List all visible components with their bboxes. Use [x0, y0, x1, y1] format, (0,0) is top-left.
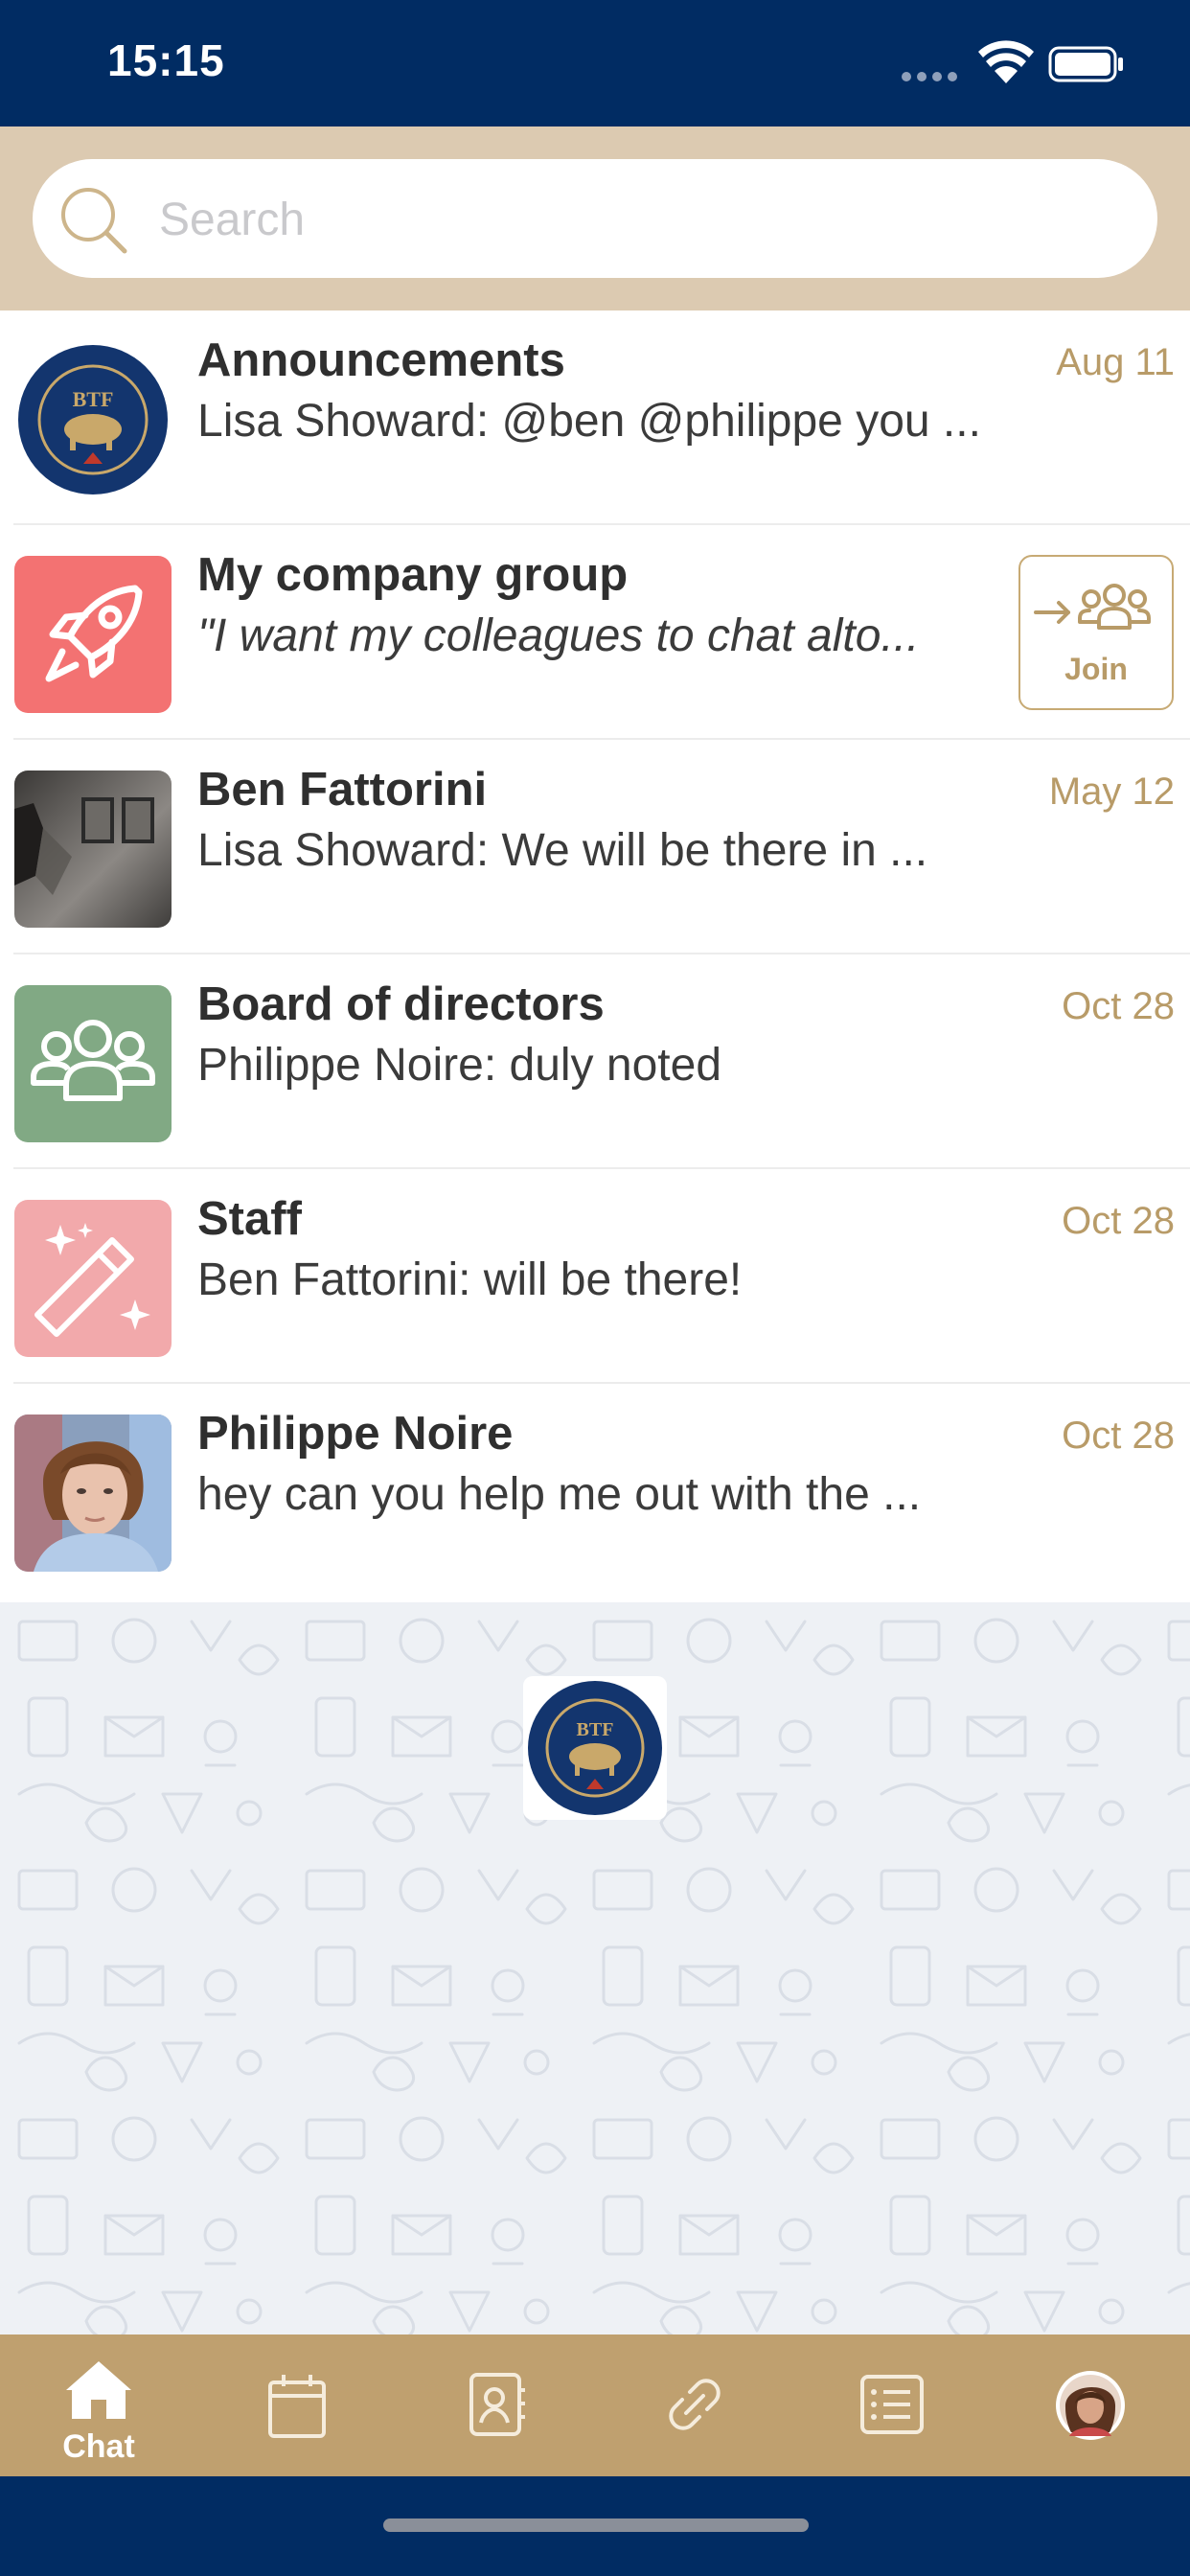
tab-profile[interactable] — [995, 2334, 1186, 2476]
search-bar-container — [0, 126, 1190, 310]
search-input[interactable] — [157, 159, 1119, 280]
tab-bar: Chat — [0, 2334, 1190, 2476]
chat-preview: Lisa Showard: We will be there in ... — [197, 825, 928, 876]
magic-wand-avatar — [14, 1200, 172, 1357]
chat-name: Board of directors — [197, 978, 605, 1030]
home-icon — [66, 2361, 131, 2419]
signal-icon — [902, 72, 957, 81]
chat-row-ben-fattorini[interactable]: Ben Fattorini Lisa Showard: We will be t… — [0, 740, 1190, 954]
logo-text: BTF — [577, 1719, 614, 1740]
chat-preview: Lisa Showard: @ben @philippe you ... — [197, 396, 981, 447]
rocket-avatar — [14, 556, 172, 713]
chat-row-philippe-noire[interactable]: Philippe Noire hey can you help me out w… — [0, 1384, 1190, 1598]
calendar-icon — [268, 2375, 326, 2438]
profile-avatar — [1056, 2371, 1125, 2440]
chat-preview: Ben Fattorini: will be there! — [197, 1254, 743, 1305]
join-group-icon — [1034, 584, 1151, 630]
join-button-label: Join — [1064, 652, 1128, 686]
battery-icon — [1048, 46, 1123, 82]
chat-date: Aug 11 — [1056, 341, 1175, 383]
chat-background: BTF — [0, 1602, 1190, 2334]
chat-row-board-of-directors[interactable]: Board of directors Philippe Noire: duly … — [0, 954, 1190, 1169]
group-avatar — [14, 985, 172, 1142]
rocket-icon — [45, 585, 143, 682]
home-indicator-area — [0, 2476, 1190, 2576]
logo-text: BTF — [73, 387, 114, 411]
list-icon — [860, 2375, 924, 2434]
contact-photo — [14, 1414, 172, 1572]
btf-logo-avatar: BTF — [14, 341, 172, 498]
chat-row-staff[interactable]: Staff Ben Fattorini: will be there! Oct … — [0, 1169, 1190, 1384]
chat-date: Oct 28 — [1062, 985, 1175, 1027]
tab-label: Chat — [62, 2428, 135, 2465]
chat-date: Oct 28 — [1062, 1414, 1175, 1457]
chat-date: Oct 28 — [1062, 1200, 1175, 1242]
chat-row-announcements[interactable]: BTF Announcements Lisa Showard: @ben @ph… — [0, 310, 1190, 525]
status-time: 15:15 — [107, 35, 225, 85]
tab-chat[interactable]: Chat — [3, 2334, 195, 2476]
chat-row-my-company-group[interactable]: My company group "I want my colleagues t… — [0, 525, 1190, 740]
magic-wand-icon — [34, 1223, 150, 1337]
contact-photo — [14, 770, 172, 928]
btf-logo: BTF — [523, 1676, 667, 1820]
chat-name: Ben Fattorini — [197, 764, 488, 816]
chat-name: Philippe Noire — [197, 1408, 514, 1460]
tab-contacts[interactable] — [400, 2334, 592, 2476]
status-icons — [893, 38, 1190, 92]
search-icon — [61, 188, 127, 254]
chat-list: BTF Announcements Lisa Showard: @ben @ph… — [0, 310, 1190, 1602]
join-button[interactable]: Join — [1018, 555, 1174, 710]
chat-name: Announcements — [197, 334, 565, 386]
group-icon — [31, 1020, 155, 1101]
contacts-icon — [469, 2373, 525, 2436]
search-box[interactable] — [33, 159, 1157, 280]
tab-links[interactable] — [598, 2334, 790, 2476]
chat-name: My company group — [197, 549, 629, 601]
status-bar: 15:15 — [0, 0, 1190, 126]
wifi-icon — [978, 40, 1034, 83]
chat-preview: "I want my colleagues to chat alto... — [197, 610, 920, 661]
tab-list[interactable] — [795, 2334, 987, 2476]
tab-calendar[interactable] — [201, 2334, 393, 2476]
chat-preview: Philippe Noire: duly noted — [197, 1040, 722, 1091]
chat-date: May 12 — [1048, 770, 1175, 813]
home-indicator[interactable] — [383, 2518, 809, 2532]
link-icon — [669, 2379, 721, 2430]
chat-preview: hey can you help me out with the ... — [197, 1469, 922, 1520]
chat-name: Staff — [197, 1193, 302, 1245]
